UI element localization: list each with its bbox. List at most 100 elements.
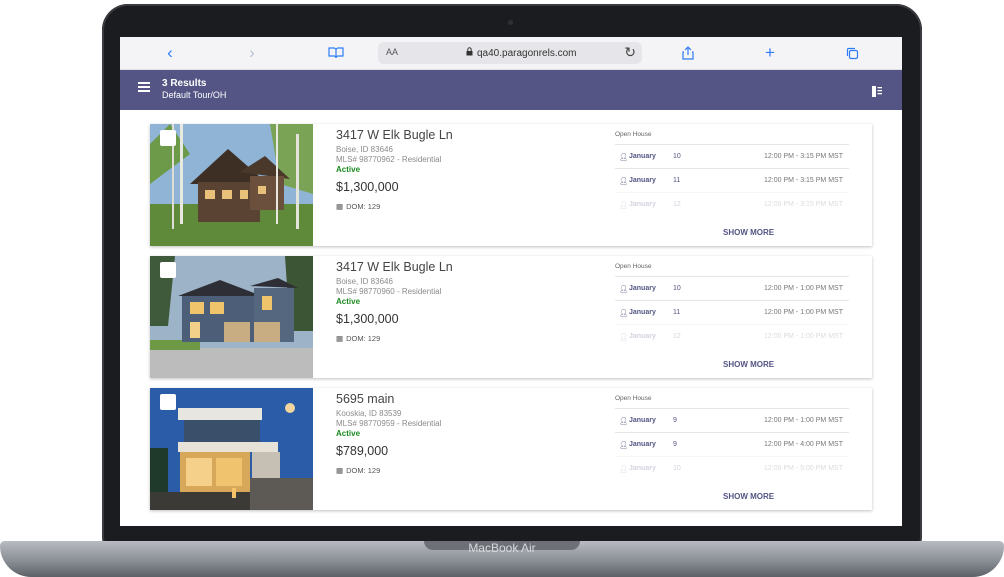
listing-info: 3417 W Elk Bugle Ln Boise, ID 83646 MLS#… <box>336 128 586 211</box>
open-house-row[interactable]: 👤︎ January 11 12:00 PM - 3:15 PM MST <box>615 168 849 192</box>
oh-day: 9 <box>673 417 677 424</box>
show-more-button[interactable]: SHOW MORE <box>723 228 774 237</box>
oh-time: 12:00 PM - 3:15 PM MST <box>764 177 843 184</box>
oh-day: 11 <box>673 177 681 184</box>
text-size-button[interactable]: AA <box>386 47 398 57</box>
oh-time: 12:00 PM - 5:00 PM MST <box>764 465 843 472</box>
oh-time: 12:00 PM - 1:00 PM MST <box>764 285 843 292</box>
oh-time: 12:00 PM - 1:00 PM MST <box>764 417 843 424</box>
dom-value: DOM: 129 <box>346 466 381 475</box>
oh-time: 12:00 PM - 3:15 PM MST <box>764 201 843 208</box>
plus-icon[interactable]: + <box>758 43 782 63</box>
listing-price: $789,000 <box>336 444 389 458</box>
oh-time: 12:00 PM - 4:00 PM MST <box>764 441 843 448</box>
oh-time: 12:00 PM - 3:15 PM MST <box>764 153 843 160</box>
dom-value: DOM: 129 <box>346 202 381 211</box>
oh-month: January <box>629 441 656 448</box>
open-house-row[interactable]: 👤︎ January 12 12:00 PM - 3:15 PM MST <box>615 192 849 216</box>
listing-info: 5695 main Kooskia, ID 83539 MLS# 9877095… <box>336 392 586 475</box>
open-house-row[interactable]: 👤︎ January 11 12:00 PM - 1:00 PM MST <box>615 300 849 324</box>
listing-card[interactable]: 3417 W Elk Bugle Ln Boise, ID 83646 MLS#… <box>150 124 872 246</box>
oh-month: January <box>629 285 656 292</box>
listing-card[interactable]: 3417 W Elk Bugle Ln Boise, ID 83646 MLS#… <box>150 256 872 378</box>
listing-city: Boise, ID 83646 <box>336 145 393 154</box>
calendar-icon: ▦ <box>336 334 344 343</box>
chevron-left-icon[interactable]: ‹ <box>158 43 182 63</box>
share-icon[interactable] <box>676 43 700 63</box>
reload-icon[interactable]: ↻ <box>624 44 636 61</box>
app-header: 3 Results Default Tour/OH <box>120 70 902 110</box>
listing-mls: MLS# 98770959 - Residential <box>336 419 442 428</box>
url-text: qa40.paragonrels.com <box>466 47 577 59</box>
dom-value: DOM: 129 <box>346 334 381 343</box>
oh-month: January <box>629 177 656 184</box>
oh-day: 10 <box>673 153 681 160</box>
oh-day: 12 <box>673 333 681 340</box>
listing-dom: ▦ DOM: 129 <box>336 466 586 475</box>
person-icon: 👤︎ <box>619 417 628 425</box>
show-more-button[interactable]: SHOW MORE <box>723 492 774 501</box>
results-count: 3 Results <box>162 78 207 89</box>
listing-city: Boise, ID 83646 <box>336 277 393 286</box>
listing-info: 3417 W Elk Bugle Ln Boise, ID 83646 MLS#… <box>336 260 586 343</box>
chevron-right-icon[interactable]: › <box>240 43 264 63</box>
listing-price: $1,300,000 <box>336 312 399 326</box>
listing-mls: MLS# 98770960 - Residential <box>336 287 442 296</box>
oh-month: January <box>629 465 656 472</box>
tabs-icon[interactable] <box>840 43 864 63</box>
oh-time: 12:00 PM - 1:00 PM MST <box>764 333 843 340</box>
person-icon: 👤︎ <box>619 177 628 185</box>
panel-toggle-icon[interactable] <box>872 84 882 97</box>
listing-status: Active <box>336 165 361 174</box>
oh-month: January <box>629 201 656 208</box>
oh-month: January <box>629 333 656 340</box>
open-house-row[interactable]: 👤︎ January 10 12:00 PM - 5:00 PM MST <box>615 456 849 480</box>
listing-photo[interactable] <box>150 256 313 378</box>
listing-city: Kooskia, ID 83539 <box>336 409 402 418</box>
open-house-label: Open House <box>615 263 652 270</box>
listing-photo[interactable] <box>150 124 313 246</box>
open-house-panel: Open House 👤︎ January 10 12:00 PM - 3:15… <box>613 124 872 246</box>
open-house-row[interactable]: 👤︎ January 9 12:00 PM - 4:00 PM MST <box>615 432 849 456</box>
camera <box>508 20 513 25</box>
oh-month: January <box>629 309 656 316</box>
person-icon: 👤︎ <box>619 309 628 317</box>
listing-status: Active <box>336 297 361 306</box>
oh-month: January <box>629 417 656 424</box>
oh-month: January <box>629 153 656 160</box>
listing-address[interactable]: 3417 W Elk Bugle Ln <box>336 260 586 274</box>
listing-mls: MLS# 98770962 - Residential <box>336 155 442 164</box>
menu-icon[interactable] <box>138 82 150 92</box>
person-icon: 👤︎ <box>619 153 628 161</box>
calendar-icon: ▦ <box>336 466 344 475</box>
address-bar[interactable]: AA qa40.paragonrels.com ↻ <box>378 42 642 64</box>
open-house-label: Open House <box>615 131 652 138</box>
person-icon: 👤︎ <box>619 201 628 209</box>
person-icon: 👤︎ <box>619 465 628 473</box>
open-house-row[interactable]: 👤︎ January 9 12:00 PM - 1:00 PM MST <box>615 408 849 432</box>
listing-dom: ▦ DOM: 129 <box>336 334 586 343</box>
listing-card[interactable]: 5695 main Kooskia, ID 83539 MLS# 9877095… <box>150 388 872 510</box>
show-more-button[interactable]: SHOW MORE <box>723 360 774 369</box>
results-subtitle: Default Tour/OH <box>162 90 227 100</box>
open-house-row[interactable]: 👤︎ January 10 12:00 PM - 1:00 PM MST <box>615 276 849 300</box>
book-icon[interactable] <box>324 43 348 63</box>
oh-time: 12:00 PM - 1:00 PM MST <box>764 309 843 316</box>
browser-toolbar: ‹ › AA qa40.paragonrels.com ↻ + <box>120 37 902 70</box>
select-checkbox[interactable] <box>160 262 176 278</box>
open-house-row[interactable]: 👤︎ January 10 12:00 PM - 3:15 PM MST <box>615 144 849 168</box>
open-house-row[interactable]: 👤︎ January 12 12:00 PM - 1:00 PM MST <box>615 324 849 348</box>
oh-day: 12 <box>673 201 681 208</box>
oh-day: 11 <box>673 309 681 316</box>
select-checkbox[interactable] <box>160 394 176 410</box>
open-house-panel: Open House 👤︎ January 10 12:00 PM - 1:00… <box>613 256 872 378</box>
calendar-icon: ▦ <box>336 202 344 211</box>
listing-photo[interactable] <box>150 388 313 510</box>
listing-address[interactable]: 5695 main <box>336 392 586 406</box>
listing-address[interactable]: 3417 W Elk Bugle Ln <box>336 128 586 142</box>
url: qa40.paragonrels.com <box>477 47 577 59</box>
open-house-panel: Open House 👤︎ January 9 12:00 PM - 1:00 … <box>613 388 872 510</box>
oh-day: 10 <box>673 465 681 472</box>
select-checkbox[interactable] <box>160 130 176 146</box>
screen: ‹ › AA qa40.paragonrels.com ↻ + 3 Result… <box>120 37 902 526</box>
